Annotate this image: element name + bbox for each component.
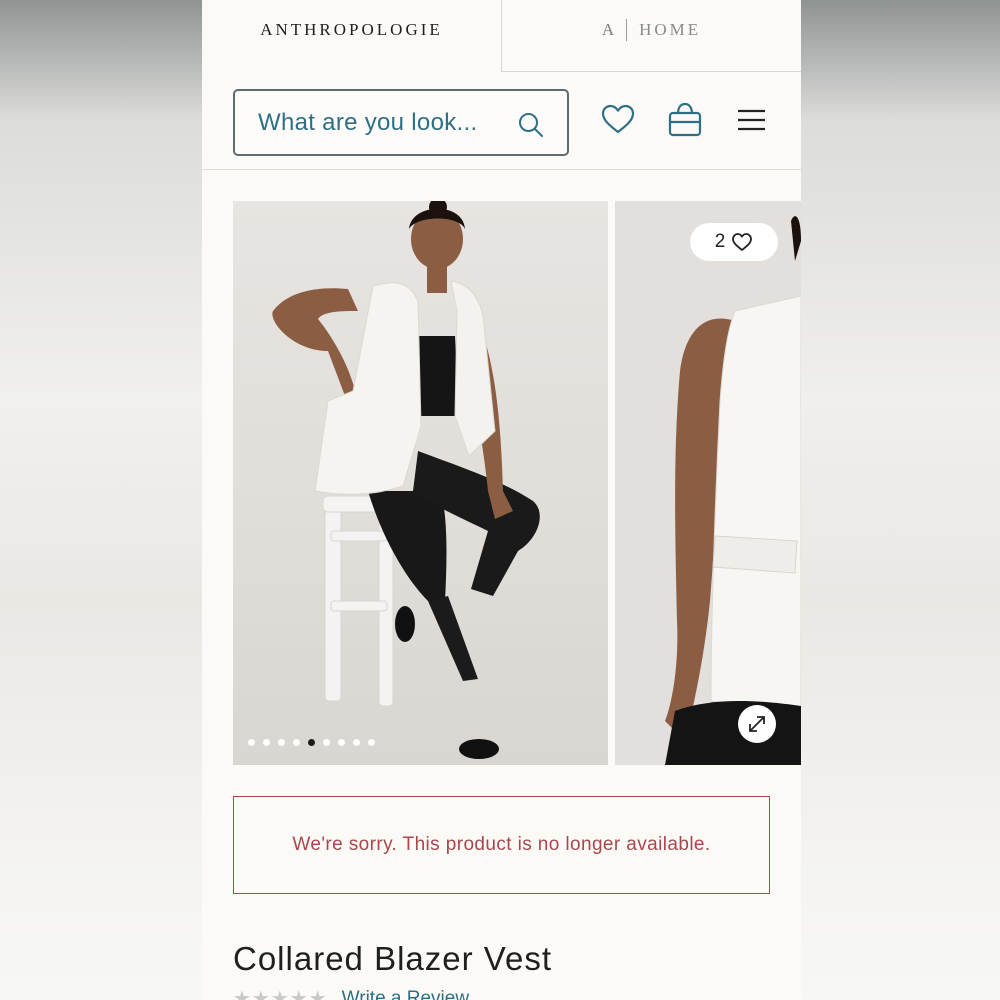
carousel-dot[interactable]: [323, 739, 330, 746]
site-header: What are you look...: [202, 73, 801, 170]
carousel-dot[interactable]: [248, 739, 255, 746]
carousel-dot[interactable]: [338, 739, 345, 746]
tab-anthropologie[interactable]: ANTHROPOLOGIE: [202, 0, 501, 73]
a-home-logo-letter: A: [601, 19, 617, 39]
model-photo-illustration: [272, 201, 540, 759]
carousel-dot[interactable]: [368, 739, 375, 746]
a-home-divider: [626, 18, 628, 41]
expand-image-button[interactable]: [738, 705, 776, 743]
hamburger-menu-icon[interactable]: [733, 101, 771, 139]
expand-icon: [749, 716, 765, 732]
blurred-backdrop-left: [0, 0, 202, 1000]
vest-closeup-illustration: [665, 216, 801, 765]
write-review-link[interactable]: Write a Review: [342, 988, 469, 1000]
product-image-gallery[interactable]: 2: [233, 201, 801, 766]
carousel-dot[interactable]: [278, 739, 285, 746]
carousel-dot[interactable]: [353, 739, 360, 746]
product-image-main[interactable]: [233, 201, 608, 765]
search-placeholder: What are you look...: [258, 109, 478, 136]
product-image-secondary[interactable]: 2: [615, 201, 801, 765]
mobile-page: ANTHROPOLOGIE A HOME What are you look..…: [202, 0, 801, 1000]
carousel-dot-active[interactable]: [308, 739, 315, 746]
carousel-dot[interactable]: [263, 739, 270, 746]
blurred-backdrop-right: [801, 0, 1000, 1000]
unavailable-message: We're sorry. This product is no longer a…: [292, 834, 711, 855]
heart-icon[interactable]: [599, 101, 637, 139]
carousel-dots[interactable]: [248, 739, 375, 746]
rating-stars: ★★★★★: [233, 988, 328, 1000]
shopping-bag-icon[interactable]: [666, 101, 704, 139]
favorite-count: 2: [714, 231, 726, 252]
product-rating: ★★★★★ Write a Review: [233, 986, 469, 1000]
search-icon[interactable]: [517, 111, 545, 139]
search-input[interactable]: What are you look...: [233, 89, 569, 156]
favorite-count-pill[interactable]: 2: [690, 223, 778, 261]
unavailable-notice: We're sorry. This product is no longer a…: [233, 796, 770, 894]
tab-home-label: HOME: [639, 19, 702, 39]
tab-a-home[interactable]: A HOME: [501, 0, 801, 72]
carousel-dot[interactable]: [293, 739, 300, 746]
heart-icon: [732, 233, 753, 251]
brand-tabs: ANTHROPOLOGIE A HOME: [202, 0, 801, 73]
tab-anthropologie-label: ANTHROPOLOGIE: [260, 19, 443, 39]
product-title: Collared Blazer Vest: [233, 940, 552, 977]
